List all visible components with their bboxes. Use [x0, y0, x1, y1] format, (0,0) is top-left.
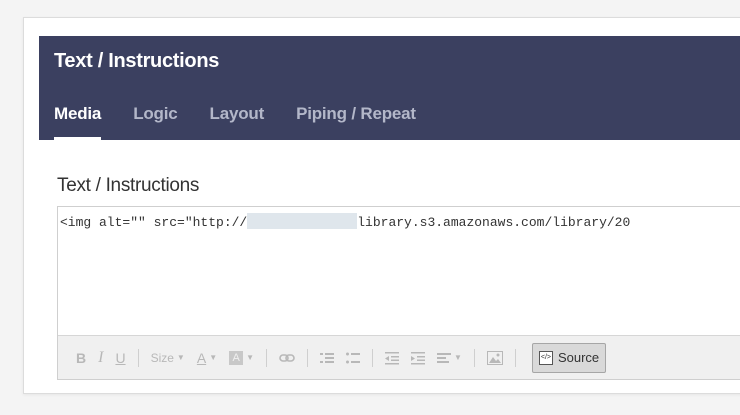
- source-button-label: Source: [557, 350, 600, 365]
- underline-button[interactable]: U: [115, 346, 125, 370]
- font-size-label: Size: [150, 350, 174, 365]
- redacted-block: [247, 213, 358, 229]
- source-button[interactable]: </> Source: [531, 342, 607, 373]
- code-suffix: library.s3.amazonaws.com/library/20: [357, 215, 631, 230]
- link-button[interactable]: [279, 346, 295, 370]
- chevron-down-icon: ▼: [454, 353, 462, 362]
- numbered-list-button[interactable]: [320, 346, 335, 370]
- field-label: Text / Instructions: [57, 175, 200, 196]
- align-dropdown[interactable]: ▼: [437, 346, 462, 370]
- numbered-list-icon: [320, 352, 335, 363]
- tab-logic[interactable]: Logic: [133, 102, 178, 140]
- toolbar-divider: [137, 348, 139, 367]
- font-size-dropdown[interactable]: Size ▼: [151, 346, 185, 370]
- bold-button[interactable]: B: [76, 346, 86, 370]
- editor-toolbar: B I U Size ▼ A ▼ A ▼ ▼ </> Source: [58, 335, 740, 379]
- bulleted-list-button[interactable]: [346, 346, 361, 370]
- bulleted-list-icon: [346, 352, 361, 363]
- text-color-button[interactable]: A ▼: [197, 346, 217, 370]
- text-color-icon: A: [196, 349, 207, 366]
- source-code-icon: </>: [538, 350, 553, 365]
- modal-title: Text / Instructions: [54, 50, 220, 72]
- tab-media[interactable]: Media: [54, 102, 101, 140]
- rich-text-editor[interactable]: <img alt="" src="http:// library.s3.amazo…: [57, 206, 740, 380]
- chevron-down-icon: ▼: [176, 353, 185, 362]
- align-left-icon: [437, 352, 452, 363]
- image-button[interactable]: [486, 346, 503, 370]
- toolbar-divider: [307, 348, 309, 367]
- modal-header: Text / Instructions Media Logic Layout P…: [39, 36, 740, 140]
- tab-bar: Media Logic Layout Piping / Repeat: [54, 102, 448, 140]
- toolbar-divider: [514, 348, 516, 367]
- italic-button[interactable]: I: [98, 346, 103, 370]
- indent-icon: [411, 351, 426, 364]
- outdent-button[interactable]: [385, 346, 400, 370]
- background-color-icon: A: [229, 350, 244, 365]
- outdent-icon: [385, 351, 400, 364]
- image-icon: [486, 350, 503, 365]
- tab-layout[interactable]: Layout: [210, 102, 265, 140]
- chevron-down-icon: ▼: [209, 353, 218, 362]
- toolbar-divider: [372, 348, 374, 367]
- chevron-down-icon: ▼: [246, 353, 255, 362]
- tab-piping-repeat[interactable]: Piping / Repeat: [296, 102, 416, 140]
- question-editor-card: Text / Instructions Media Logic Layout P…: [23, 17, 740, 394]
- link-icon: [279, 353, 295, 362]
- source-code-line[interactable]: <img alt="" src="http:// library.s3.amazo…: [60, 213, 630, 230]
- toolbar-divider: [473, 348, 475, 367]
- background-color-button[interactable]: A ▼: [229, 346, 254, 370]
- indent-button[interactable]: [411, 346, 426, 370]
- code-prefix: <img alt="" src="http://: [60, 215, 248, 230]
- toolbar-divider: [266, 348, 268, 367]
- modal-body: Text / Instructions <img alt="" src="htt…: [39, 140, 740, 380]
